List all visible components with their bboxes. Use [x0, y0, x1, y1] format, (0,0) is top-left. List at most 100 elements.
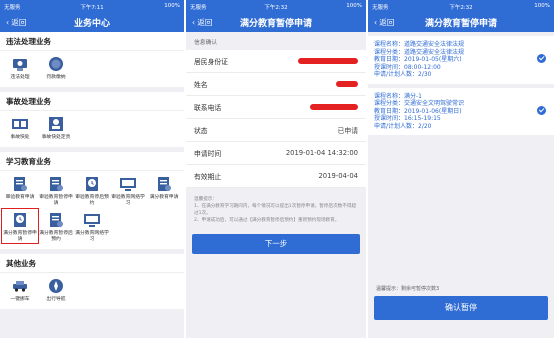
- service-label: 出行导航: [46, 297, 66, 302]
- nav-bar: ‹ 返回 满分教育暂停申请: [368, 12, 554, 32]
- service-full-edu-online[interactable]: 满分教育网络学习: [74, 211, 110, 243]
- service-review-edu-apply[interactable]: 审验教育申请: [2, 175, 38, 207]
- service-move-car[interactable]: 一键挪车: [2, 277, 38, 303]
- info-list: 居民身份证 姓名 联系电话 状态 已申请 申请时间 2019-01-04 14:…: [186, 50, 366, 188]
- row-label: 居民身份证: [194, 58, 228, 66]
- status-time: 下午7:11: [80, 5, 104, 11]
- course-name: 课程名称：满分-1: [374, 92, 422, 100]
- status-bar: 无服务 下午2:32 100%: [368, 0, 554, 12]
- confirm-pause-button[interactable]: 确认暂停: [374, 296, 548, 320]
- service-review-edu-booking[interactable]: 审验教育停后预约: [74, 175, 110, 207]
- name-row: 姓名: [186, 73, 366, 96]
- battery-label: 100%: [164, 3, 180, 9]
- course-select-screen: 无服务 下午2:32 100% ‹ 返回 满分教育暂停申请 课程名称：道路交通安…: [368, 0, 554, 338]
- phone-row: 联系电话: [186, 96, 366, 119]
- service-grid: 审验教育申请 审验教育暂停申请 审验教育停后预约 审验教育网络学习 满分教育申请: [0, 171, 184, 249]
- next-button[interactable]: 下一步: [192, 234, 360, 254]
- service-label: 满分教育网络学习: [75, 231, 109, 242]
- status-row: 状态 已申请: [186, 119, 366, 142]
- expiry-value: 2019-04-04: [318, 172, 358, 180]
- service-label: 违法处理: [10, 75, 30, 80]
- document-icon: [50, 177, 63, 191]
- service-violation-handle[interactable]: 违法处理: [2, 55, 38, 81]
- document-icon: [158, 177, 171, 191]
- apply-time-value: 2019-01-04 14:32:00: [285, 149, 358, 157]
- section-title: 违法处理业务: [0, 32, 184, 51]
- coin-icon: [49, 57, 63, 71]
- service-label: 审验教育网络学习: [111, 195, 145, 206]
- info-confirm-header: 信息确认: [194, 40, 218, 46]
- service-label: 满分教育申请: [149, 195, 179, 200]
- id-card-row: 居民身份证: [186, 50, 366, 73]
- car-icon: [13, 281, 27, 292]
- service-label: 审验教育暂停申请: [39, 195, 73, 206]
- course-card[interactable]: 课程名称：道路交通安全法律法规 课程分类：道路交通安全法律法规 教育日期：201…: [368, 36, 554, 84]
- page-title: 满分教育暂停申请: [424, 19, 497, 29]
- course-type: 课程分类：道路交通安全法律法规: [374, 48, 465, 56]
- course-name: 课程名称：道路交通安全法律法规: [374, 41, 465, 48]
- clock-icon: [86, 177, 98, 191]
- expiry-row: 有效期止 2019-04-04: [186, 165, 366, 188]
- page-title: 业务中心: [73, 19, 110, 29]
- service-label: 满分教育暂停后预约: [39, 231, 73, 242]
- battery-label: 100%: [346, 3, 362, 9]
- remaining-pause-tip: 温馨提示：剩余可暂停次数3: [376, 286, 440, 292]
- business-center-screen: 无服务 下午7:11 100% ‹ 返回 业务中心 违法处理业务 违法处理 罚款…: [0, 0, 184, 338]
- service-navigation[interactable]: 出行导航: [38, 277, 74, 303]
- section-other: 其他业务 一键挪车 出行导航: [0, 254, 184, 309]
- service-fine-payment[interactable]: 罚款缴纳: [38, 55, 74, 81]
- redaction-mark: [298, 58, 358, 64]
- service-label: 审验教育申请: [5, 195, 35, 200]
- service-review-edu-online[interactable]: 审验教育网络学习: [110, 175, 146, 207]
- pause-application-confirm-screen: 无服务 下午2:32 100% ‹ 返回 满分教育暂停申请 信息确认 居民身份证…: [186, 0, 366, 338]
- row-label: 有效期止: [194, 173, 222, 181]
- course-count: 申请/计划人数：2/30: [374, 71, 432, 78]
- service-label: 罚款缴纳: [46, 75, 66, 80]
- checkmark-icon[interactable]: [537, 105, 546, 115]
- section-education: 学习教育业务 审验教育申请 审验教育暂停申请 审验教育停后预约 审验教育网络学习: [0, 152, 184, 249]
- course-date: 教育日期：2019-01-05(星期六): [374, 56, 462, 63]
- traffic-camera-icon: [13, 59, 27, 71]
- accident-icon: [12, 119, 28, 129]
- apply-time-row: 申请时间 2019-01-04 14:32:00: [186, 142, 366, 165]
- service-grid: 事故快处 事故快处定责: [0, 111, 184, 147]
- service-full-edu-pause[interactable]: 满分教育暂停申请: [1, 208, 39, 244]
- redaction-mark: [310, 104, 358, 110]
- redaction-mark: [336, 81, 358, 87]
- checkmark-icon[interactable]: [537, 54, 546, 63]
- section-title: 学习教育业务: [0, 152, 184, 171]
- document-icon: [14, 177, 27, 191]
- row-label: 状态: [194, 127, 208, 135]
- course-type: 课程分类：交通安全文明驾驶常识: [374, 100, 465, 107]
- course-card[interactable]: 课程名称：满分-1 课程分类：交通安全文明驾驶常识 教育日期：2019-01-0…: [368, 87, 554, 135]
- row-label: 姓名: [194, 81, 208, 89]
- nav-bar: ‹ 返回 业务中心: [0, 12, 184, 32]
- service-label: 事故快处定责: [41, 135, 71, 140]
- service-accident-quick[interactable]: 事故快处: [2, 115, 38, 141]
- service-label: 事故快处: [10, 135, 30, 140]
- course-date: 教育日期：2019-01-06(星期日): [374, 107, 462, 115]
- service-full-edu-apply[interactable]: 满分教育申请: [146, 175, 182, 207]
- section-title: 事故处理业务: [0, 92, 184, 111]
- row-label: 申请时间: [194, 150, 222, 158]
- monitor-icon: [120, 178, 136, 191]
- service-label: 一键挪车: [10, 297, 30, 302]
- screenshot-collage: 无服务 下午7:11 100% ‹ 返回 业务中心 违法处理业务 违法处理 罚款…: [0, 0, 554, 338]
- service-grid: 一键挪车 出行导航: [0, 273, 184, 309]
- row-label: 联系电话: [194, 104, 222, 112]
- battery-label: 100%: [534, 3, 550, 9]
- section-violation: 违法处理业务 违法处理 罚款缴纳: [0, 32, 184, 87]
- status-bar: 无服务 下午7:11 100%: [0, 0, 184, 12]
- nav-bar: ‹ 返回 满分教育暂停申请: [186, 12, 366, 32]
- monitor-icon: [84, 214, 100, 227]
- selection-highlight: [1, 208, 39, 244]
- service-review-edu-pause[interactable]: 审验教育暂停申请: [38, 175, 74, 207]
- document-icon: [50, 213, 63, 227]
- service-accident-responsibility[interactable]: 事故快处定责: [38, 115, 74, 141]
- status-time: 下午2:32: [264, 5, 288, 11]
- status-bar: 无服务 下午2:32 100%: [186, 0, 366, 12]
- tips-text: 温馨提示： 1、在满分教育学习期间内，每个情况可以提出1次暂停申请，暂停后次数不…: [194, 197, 357, 223]
- course-time: 授课时间：16:15-19:15: [374, 115, 441, 122]
- status-time: 下午2:32: [449, 5, 473, 11]
- service-full-edu-booking[interactable]: 满分教育暂停后预约: [38, 211, 74, 243]
